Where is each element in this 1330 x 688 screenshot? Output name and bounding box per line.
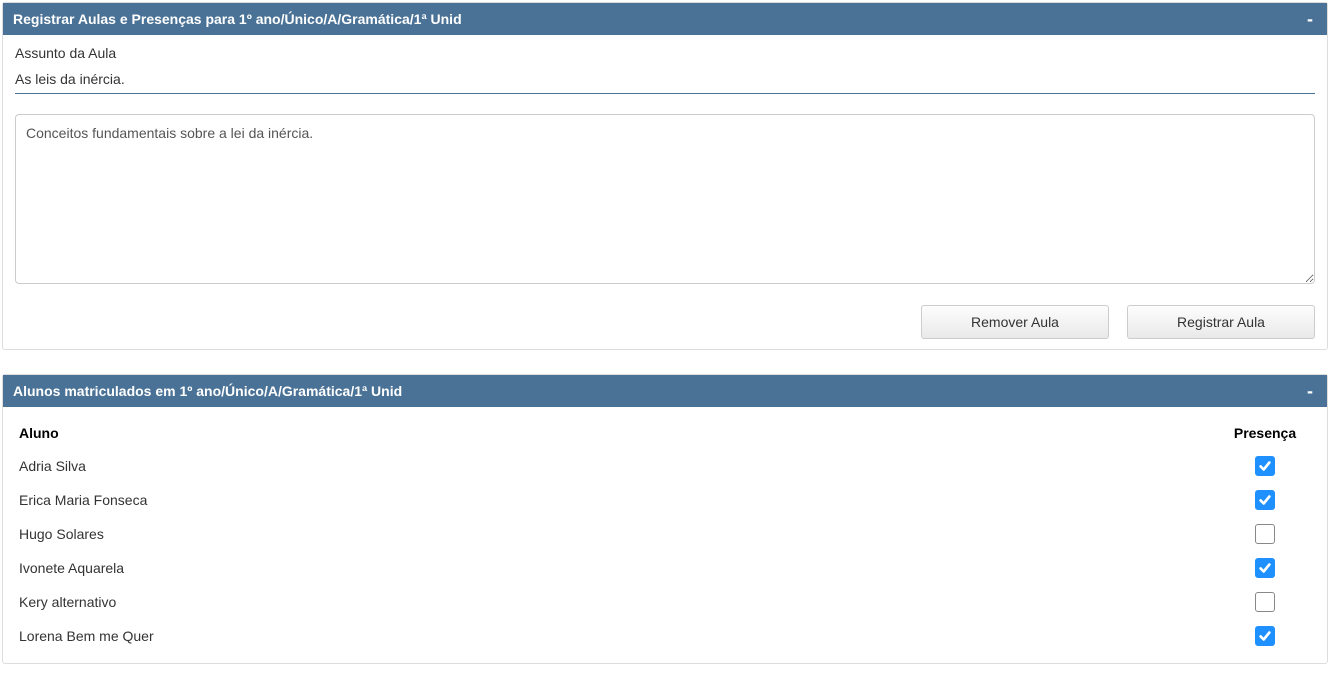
register-class-panel-title: Registrar Aulas e Presenças para 1º ano/… — [13, 11, 462, 27]
students-panel: Alunos matriculados em 1º ano/Único/A/Gr… — [2, 374, 1328, 664]
students-table: Aluno Presença Adria SilvaErica Maria Fo… — [15, 417, 1315, 653]
subject-label: Assunto da Aula — [15, 45, 1315, 61]
presence-checkbox[interactable] — [1255, 626, 1275, 646]
presence-checkbox[interactable] — [1255, 592, 1275, 612]
students-panel-title: Alunos matriculados em 1º ano/Único/A/Gr… — [13, 383, 402, 399]
presence-cell — [1215, 585, 1315, 619]
presence-cell — [1215, 551, 1315, 585]
student-name: Erica Maria Fonseca — [15, 483, 1215, 517]
register-class-button[interactable]: Registrar Aula — [1127, 305, 1315, 339]
table-row: Lorena Bem me Quer — [15, 619, 1315, 653]
remove-class-button[interactable]: Remover Aula — [921, 305, 1109, 339]
presence-checkbox[interactable] — [1255, 456, 1275, 476]
presence-checkbox[interactable] — [1255, 524, 1275, 544]
table-row: Kery alternativo — [15, 585, 1315, 619]
student-name: Kery alternativo — [15, 585, 1215, 619]
table-row: Erica Maria Fonseca — [15, 483, 1315, 517]
presence-checkbox[interactable] — [1255, 490, 1275, 510]
students-panel-body: Aluno Presença Adria SilvaErica Maria Fo… — [3, 407, 1327, 663]
register-class-panel-body: Assunto da Aula Remover Aula Registrar A… — [3, 35, 1327, 349]
table-row: Hugo Solares — [15, 517, 1315, 551]
table-row: Ivonete Aquarela — [15, 551, 1315, 585]
student-name: Hugo Solares — [15, 517, 1215, 551]
presence-cell — [1215, 619, 1315, 653]
subject-input[interactable] — [15, 67, 1315, 94]
register-class-panel-header: Registrar Aulas e Presenças para 1º ano/… — [3, 3, 1327, 35]
students-panel-header: Alunos matriculados em 1º ano/Único/A/Gr… — [3, 375, 1327, 407]
table-row: Adria Silva — [15, 449, 1315, 483]
collapse-icon[interactable]: - — [1303, 14, 1317, 24]
presence-cell — [1215, 517, 1315, 551]
presence-checkbox[interactable] — [1255, 558, 1275, 578]
column-header-aluno: Aluno — [15, 417, 1215, 449]
student-name: Lorena Bem me Quer — [15, 619, 1215, 653]
register-class-panel: Registrar Aulas e Presenças para 1º ano/… — [2, 2, 1328, 350]
button-row: Remover Aula Registrar Aula — [15, 305, 1315, 339]
student-name: Adria Silva — [15, 449, 1215, 483]
presence-cell — [1215, 483, 1315, 517]
presence-cell — [1215, 449, 1315, 483]
description-textarea[interactable] — [15, 114, 1315, 284]
column-header-presenca: Presença — [1215, 417, 1315, 449]
student-name: Ivonete Aquarela — [15, 551, 1215, 585]
collapse-icon[interactable]: - — [1303, 386, 1317, 396]
